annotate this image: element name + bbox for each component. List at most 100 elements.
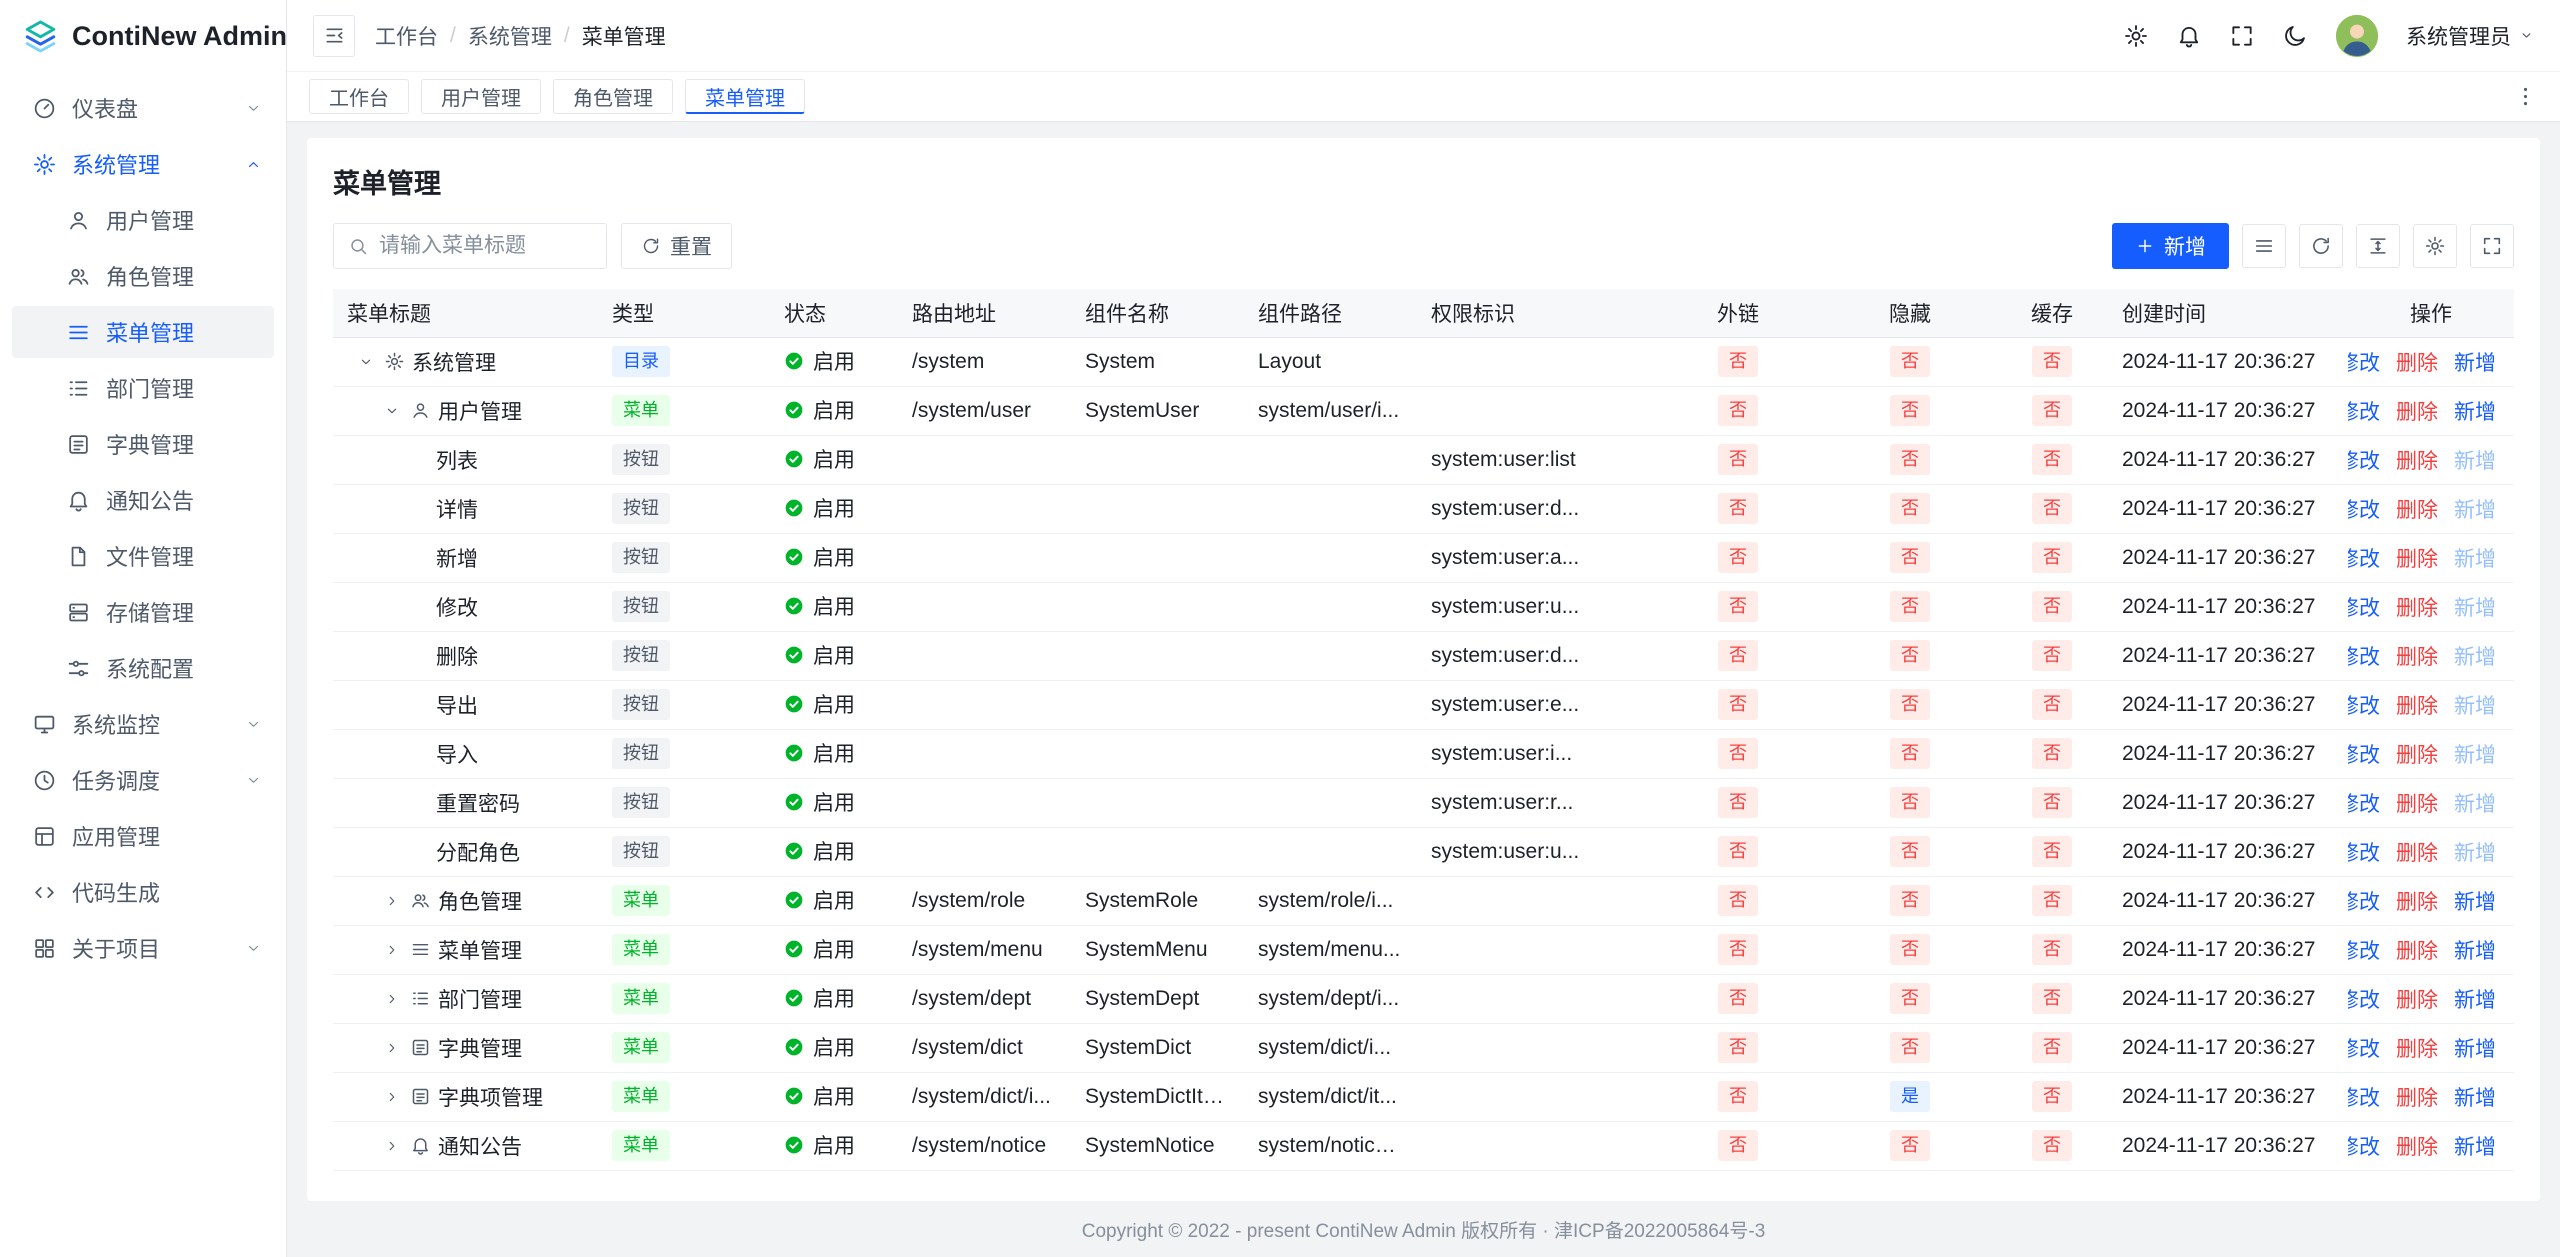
row-caret-right-icon[interactable] bbox=[381, 1138, 403, 1154]
row-caret-down-icon[interactable] bbox=[381, 403, 403, 419]
delete-link[interactable]: 删除 bbox=[2396, 690, 2438, 720]
created-time: 2024-11-17 20:36:27 bbox=[2108, 1121, 2348, 1170]
row-height-button[interactable] bbox=[2356, 224, 2400, 268]
add-child-link[interactable]: 新增 bbox=[2454, 984, 2496, 1014]
add-child-link[interactable]: 新增 bbox=[2454, 886, 2496, 916]
user-avatar[interactable] bbox=[2335, 14, 2379, 58]
delete-link[interactable]: 删除 bbox=[2396, 494, 2438, 524]
edit-link[interactable]: 修改 bbox=[2348, 690, 2380, 720]
add-child-link[interactable]: 新增 bbox=[2454, 1033, 2496, 1063]
delete-link[interactable]: 删除 bbox=[2396, 739, 2438, 769]
sidebar-item-system[interactable]: 系统管理 bbox=[12, 138, 274, 190]
route-path: /system bbox=[898, 337, 1071, 386]
breadcrumb-item-2[interactable]: 菜单管理 bbox=[582, 21, 666, 51]
delete-link[interactable]: 删除 bbox=[2396, 592, 2438, 622]
user-icon bbox=[66, 208, 91, 233]
delete-link[interactable]: 删除 bbox=[2396, 543, 2438, 573]
edit-link[interactable]: 修改 bbox=[2348, 396, 2380, 426]
reset-button[interactable]: 重置 bbox=[621, 223, 732, 269]
tab-0[interactable]: 工作台 bbox=[309, 79, 409, 114]
sidebar-item-storage[interactable]: 存储管理 bbox=[12, 586, 274, 638]
tab-3[interactable]: 菜单管理 bbox=[685, 79, 805, 114]
delete-link[interactable]: 删除 bbox=[2396, 1131, 2438, 1161]
menu-title-search[interactable] bbox=[333, 223, 607, 269]
column-settings-button[interactable] bbox=[2413, 224, 2457, 268]
delete-link[interactable]: 删除 bbox=[2396, 396, 2438, 426]
sidebar-collapse-button[interactable] bbox=[313, 15, 355, 57]
delete-link[interactable]: 删除 bbox=[2396, 984, 2438, 1014]
code-icon bbox=[32, 880, 57, 905]
tab-2[interactable]: 角色管理 bbox=[553, 79, 673, 114]
view-list-button[interactable] bbox=[2242, 224, 2286, 268]
delete-link[interactable]: 删除 bbox=[2396, 641, 2438, 671]
row-caret-right-icon[interactable] bbox=[381, 1089, 403, 1105]
edit-link[interactable]: 修改 bbox=[2348, 494, 2380, 524]
edit-link[interactable]: 修改 bbox=[2348, 984, 2380, 1014]
edit-link[interactable]: 修改 bbox=[2348, 788, 2380, 818]
table-fullscreen-button[interactable] bbox=[2470, 224, 2514, 268]
add-child-link[interactable]: 新增 bbox=[2454, 1082, 2496, 1112]
delete-link[interactable]: 删除 bbox=[2396, 445, 2438, 475]
component-path: system/role/i... bbox=[1244, 876, 1417, 925]
edit-link[interactable]: 修改 bbox=[2348, 543, 2380, 573]
notifications-bell-icon[interactable] bbox=[2176, 23, 2202, 49]
status-enabled: 启用 bbox=[784, 346, 855, 376]
breadcrumb-item-0[interactable]: 工作台 bbox=[375, 21, 438, 51]
user-menu[interactable]: 系统管理员 bbox=[2406, 21, 2534, 51]
row-caret-right-icon[interactable] bbox=[381, 991, 403, 1007]
add-child-link[interactable]: 新增 bbox=[2454, 396, 2496, 426]
edit-link[interactable]: 修改 bbox=[2348, 445, 2380, 475]
edit-link[interactable]: 修改 bbox=[2348, 592, 2380, 622]
no-badge: 否 bbox=[1890, 787, 1930, 817]
route-path: /system/dept bbox=[898, 974, 1071, 1023]
sidebar-item-notice[interactable]: 通知公告 bbox=[12, 474, 274, 526]
delete-link[interactable]: 删除 bbox=[2396, 1033, 2438, 1063]
row-caret-down-icon[interactable] bbox=[355, 354, 377, 370]
edit-link[interactable]: 修改 bbox=[2348, 1131, 2380, 1161]
no-badge: 否 bbox=[1718, 738, 1758, 768]
sidebar-item-schedule[interactable]: 任务调度 bbox=[12, 754, 274, 806]
add-child-link[interactable]: 新增 bbox=[2454, 1131, 2496, 1161]
dark-mode-moon-icon[interactable] bbox=[2282, 23, 2308, 49]
row-caret-right-icon[interactable] bbox=[381, 893, 403, 909]
breadcrumb-item-1[interactable]: 系统管理 bbox=[468, 21, 552, 51]
app-logo[interactable]: ContiNew Admin bbox=[0, 0, 286, 72]
edit-link[interactable]: 修改 bbox=[2348, 837, 2380, 867]
delete-link[interactable]: 删除 bbox=[2396, 347, 2438, 377]
add-child-link[interactable]: 新增 bbox=[2454, 935, 2496, 965]
sidebar-item-file[interactable]: 文件管理 bbox=[12, 530, 274, 582]
delete-link[interactable]: 删除 bbox=[2396, 788, 2438, 818]
sidebar-item-user[interactable]: 用户管理 bbox=[12, 194, 274, 246]
edit-link[interactable]: 修改 bbox=[2348, 739, 2380, 769]
edit-link[interactable]: 修改 bbox=[2348, 347, 2380, 377]
edit-link[interactable]: 修改 bbox=[2348, 886, 2380, 916]
delete-link[interactable]: 删除 bbox=[2396, 886, 2438, 916]
add-child-link[interactable]: 新增 bbox=[2454, 347, 2496, 377]
sidebar-item-dashboard[interactable]: 仪表盘 bbox=[12, 82, 274, 134]
sidebar-item-about[interactable]: 关于项目 bbox=[12, 922, 274, 974]
sidebar-item-config[interactable]: 系统配置 bbox=[12, 642, 274, 694]
sidebar-item-role[interactable]: 角色管理 bbox=[12, 250, 274, 302]
sidebar-item-monitor[interactable]: 系统监控 bbox=[12, 698, 274, 750]
sidebar-item-dict[interactable]: 字典管理 bbox=[12, 418, 274, 470]
edit-link[interactable]: 修改 bbox=[2348, 641, 2380, 671]
refresh-table-button[interactable] bbox=[2299, 224, 2343, 268]
edit-link[interactable]: 修改 bbox=[2348, 935, 2380, 965]
add-button[interactable]: 新增 bbox=[2112, 223, 2229, 269]
delete-link[interactable]: 删除 bbox=[2396, 837, 2438, 867]
sidebar-item-dept[interactable]: 部门管理 bbox=[12, 362, 274, 414]
tab-options-dots-icon[interactable] bbox=[2513, 84, 2538, 109]
edit-link[interactable]: 修改 bbox=[2348, 1033, 2380, 1063]
delete-link[interactable]: 删除 bbox=[2396, 935, 2438, 965]
sidebar-item-app[interactable]: 应用管理 bbox=[12, 810, 274, 862]
sidebar-item-menu[interactable]: 菜单管理 bbox=[12, 306, 274, 358]
settings-icon[interactable] bbox=[2123, 23, 2149, 49]
edit-link[interactable]: 修改 bbox=[2348, 1082, 2380, 1112]
row-caret-right-icon[interactable] bbox=[381, 942, 403, 958]
row-caret-right-icon[interactable] bbox=[381, 1040, 403, 1056]
search-input[interactable] bbox=[379, 234, 592, 258]
delete-link[interactable]: 删除 bbox=[2396, 1082, 2438, 1112]
tab-1[interactable]: 用户管理 bbox=[421, 79, 541, 114]
sidebar-item-codegen[interactable]: 代码生成 bbox=[12, 866, 274, 918]
fullscreen-icon[interactable] bbox=[2229, 23, 2255, 49]
